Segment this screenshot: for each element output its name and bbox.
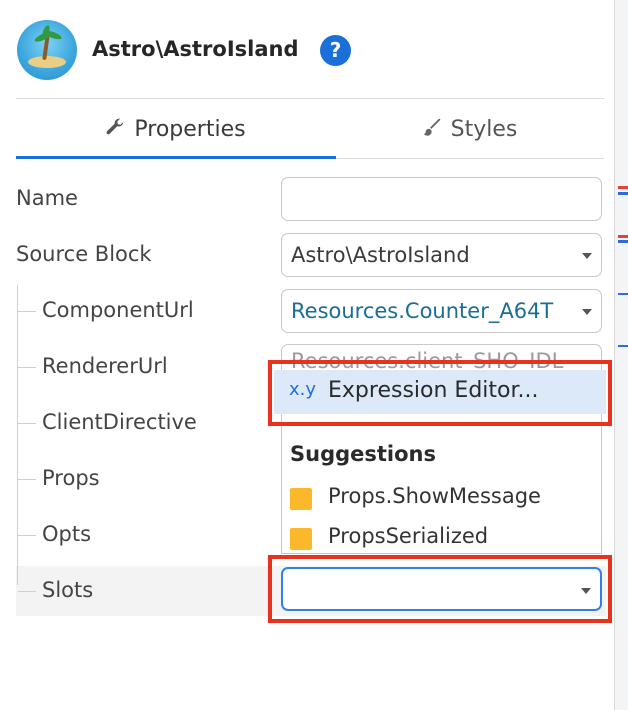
brush-icon — [423, 118, 440, 136]
component-url-label: ComponentUrl — [42, 298, 194, 322]
property-icon — [290, 528, 312, 550]
tab-properties[interactable]: Properties — [16, 110, 334, 158]
slots-label: Slots — [42, 578, 94, 602]
annotation-highlight-expression — [268, 360, 612, 426]
tree-guide-line — [17, 285, 18, 585]
edge-marker — [618, 186, 628, 189]
active-tab-indicator — [16, 156, 336, 159]
suggestion-item[interactable]: Props.ShowMessage — [290, 482, 600, 514]
source-block-value: Astro\AstroIsland — [291, 243, 470, 267]
suggestion-label: PropsSerialized — [328, 524, 489, 548]
component-url-value: Resources.Counter_A64T — [291, 299, 554, 323]
tree-branch — [18, 535, 36, 536]
tree-branch — [18, 367, 36, 368]
edge-marker — [618, 293, 628, 295]
wrench-icon — [106, 118, 124, 135]
adjacent-panel-edge — [614, 0, 628, 710]
client-directive-label: ClientDirective — [42, 410, 197, 434]
tab-baseline — [336, 158, 604, 159]
island-logo-icon — [17, 20, 77, 80]
block-header: Astro\AstroIsland ? — [17, 20, 597, 82]
suggestion-item[interactable]: PropsSerialized — [290, 522, 600, 554]
chevron-down-icon — [582, 253, 592, 259]
edge-marker — [618, 345, 628, 347]
name-input[interactable] — [281, 177, 602, 221]
tree-branch — [18, 423, 36, 424]
property-icon — [290, 488, 312, 510]
opts-label: Opts — [42, 522, 92, 546]
tree-branch — [18, 311, 36, 312]
source-block-select[interactable]: Astro\AstroIsland — [281, 233, 602, 277]
renderer-url-label: RendererUrl — [42, 354, 168, 378]
suggestions-heading: Suggestions — [290, 442, 436, 466]
header-divider — [16, 98, 604, 99]
suggestion-label: Props.ShowMessage — [328, 484, 541, 508]
props-label: Props — [42, 466, 100, 490]
edge-marker — [618, 192, 628, 195]
component-url-select[interactable]: Resources.Counter_A64T — [281, 289, 602, 333]
name-label: Name — [16, 186, 78, 210]
tab-styles-label: Styles — [450, 117, 518, 142]
tree-branch — [18, 591, 36, 592]
tree-branch — [18, 479, 36, 480]
source-block-label: Source Block — [16, 242, 152, 266]
edge-marker — [618, 240, 628, 243]
help-button[interactable]: ? — [320, 35, 351, 66]
chevron-down-icon — [582, 309, 592, 315]
annotation-highlight-slots — [268, 555, 612, 623]
tab-properties-label: Properties — [134, 117, 246, 142]
edge-marker — [618, 235, 628, 238]
tab-styles[interactable]: Styles — [334, 110, 604, 158]
block-title: Astro\AstroIsland — [92, 37, 299, 61]
